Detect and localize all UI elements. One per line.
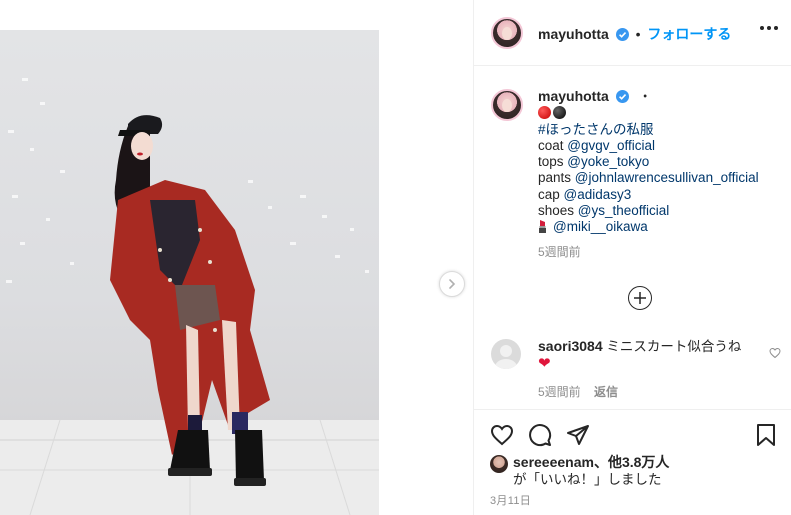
reply-button[interactable]: 返信 [594,385,618,399]
credit-handle[interactable]: @miki__oikawa [553,219,648,234]
credit-cap: cap @adidasy3 [538,186,632,202]
liker-username[interactable]: sereeeenam [513,454,594,470]
credit-handle[interactable]: @adidasy3 [564,187,632,202]
follow-button[interactable]: フォローする [647,26,731,42]
caption-author-username[interactable]: mayuhotta [538,88,609,104]
comment-meta: 5週間前 返信 [538,383,618,400]
caption-author-avatar[interactable] [491,89,523,121]
comment-text: ミニスカート似合うね [606,339,742,354]
bookmark-icon[interactable] [754,423,778,447]
caption-time: 5週間前 [538,244,581,259]
heart-icon[interactable] [490,423,514,447]
post-sidebar: mayuhotta • フォローする mayuhotta ・ #ほったさんの私服… [473,0,791,515]
header-user-line: mayuhotta • フォローする [538,24,731,44]
next-image-button[interactable] [439,271,465,297]
comment-time: 5週間前 [538,385,581,399]
lipstick-emoji-icon [539,220,546,234]
comment-like-heart-icon[interactable] [769,347,781,359]
credit-handle[interactable]: @gvgv_official [567,138,655,153]
post-date[interactable]: 3月11日 [490,492,531,508]
author-avatar[interactable] [491,17,523,49]
photo-illustration [0,78,379,515]
post-actions: sereeeenam、他3.8万人 が「いいね！」しました 3月11日 [474,409,791,515]
comment-item: saori3084 ミニスカート似合うね ❤ [538,338,763,372]
commenter-username[interactable]: saori3084 [538,338,603,354]
credit-tops: tops @yoke_tokyo [538,154,650,170]
post-caption: mayuhotta ・ #ほったさんの私服 coat @gvgv_officia… [538,88,786,260]
author-username[interactable]: mayuhotta [538,26,609,42]
liker-avatar[interactable] [490,455,508,473]
black-circle-emoji-icon [553,106,566,120]
credit-shoes: shoes @ys_theofficial [538,203,670,219]
load-more-comments-button[interactable] [628,286,652,310]
emoji-line [538,105,786,121]
plus-circle-icon [634,292,646,304]
commenter-avatar[interactable] [491,339,521,369]
credit-handle[interactable]: @yoke_tokyo [567,154,649,169]
verified-badge-icon [615,28,629,41]
more-options-icon[interactable] [760,26,778,30]
post-photo [0,30,379,515]
credit-pants: pants @johnlawrencesullivan_official [538,170,759,186]
likes-count[interactable]: 、他3.8万人 [594,454,669,470]
chevron-right-icon [449,279,456,289]
header-separator: • [635,26,641,42]
red-circle-emoji-icon [538,106,551,120]
credit-handle[interactable]: @ys_theofficial [578,203,670,218]
caption-hashtag[interactable]: #ほったさんの私服 [538,122,654,137]
post-media [0,0,473,515]
credit-coat: coat @gvgv_official [538,137,656,153]
post-header: mayuhotta • フォローする [474,0,791,66]
credit-handle[interactable]: @johnlawrencesullivan_official [575,170,759,185]
red-heart-emoji-icon: ❤ [538,355,551,372]
paper-plane-icon[interactable] [566,423,590,447]
verified-badge-icon [615,90,629,103]
caption-separator: ・ [638,89,652,104]
likes-caption: が「いいね！」しました [513,472,662,487]
comment-icon[interactable] [528,423,552,447]
credit-makeup: @miki__oikawa [538,219,786,235]
